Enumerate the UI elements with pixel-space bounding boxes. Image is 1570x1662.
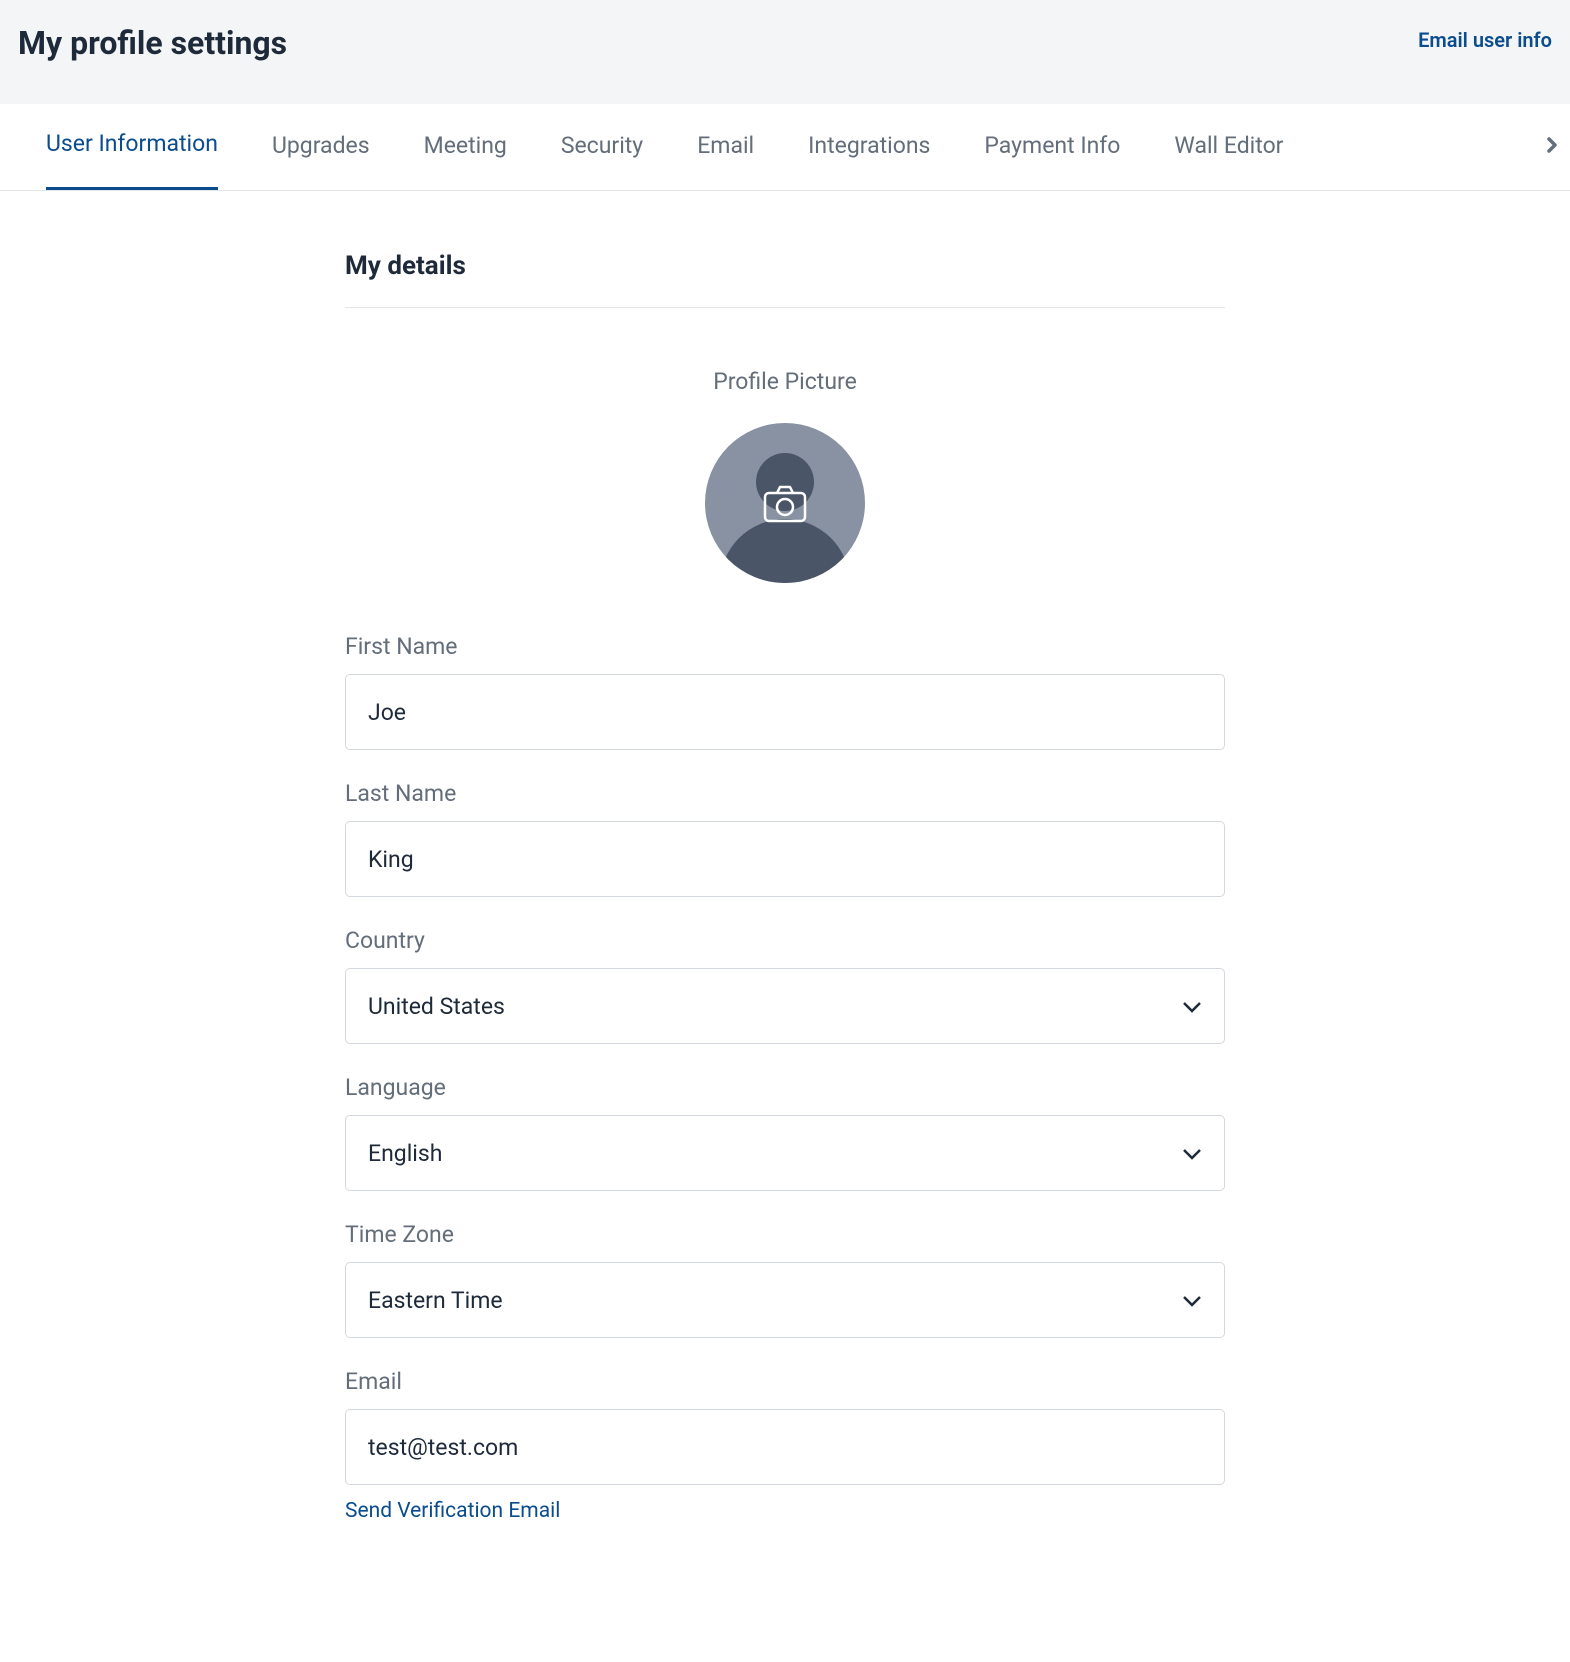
- tab-security[interactable]: Security: [561, 104, 643, 190]
- first-name-label: First Name: [345, 633, 1225, 660]
- tab-payment-info[interactable]: Payment Info: [984, 104, 1120, 190]
- email-group: Email Send Verification Email: [345, 1368, 1225, 1523]
- chevron-down-icon: [1182, 993, 1202, 1020]
- first-name-group: First Name: [345, 633, 1225, 750]
- timezone-value: Eastern Time: [368, 1287, 1182, 1314]
- page-title: My profile settings: [18, 24, 287, 62]
- tab-upgrades[interactable]: Upgrades: [272, 104, 370, 190]
- last-name-label: Last Name: [345, 780, 1225, 807]
- tab-wall-editor[interactable]: Wall Editor: [1174, 104, 1283, 190]
- first-name-input[interactable]: [345, 674, 1225, 750]
- country-group: Country United States: [345, 927, 1225, 1044]
- chevron-down-icon: [1182, 1287, 1202, 1314]
- country-value: United States: [368, 993, 1182, 1020]
- profile-picture-label: Profile Picture: [345, 368, 1225, 395]
- section-title: My details: [345, 251, 1225, 308]
- send-verification-email-link[interactable]: Send Verification Email: [345, 1499, 560, 1523]
- tab-label: Payment Info: [984, 132, 1120, 159]
- email-user-info-link[interactable]: Email user info: [1418, 28, 1552, 52]
- tab-email[interactable]: Email: [697, 104, 754, 190]
- tab-label: Upgrades: [272, 132, 370, 159]
- language-group: Language English: [345, 1074, 1225, 1191]
- tab-label: Security: [561, 132, 643, 159]
- tab-integrations[interactable]: Integrations: [808, 104, 930, 190]
- tab-label: Meeting: [424, 132, 507, 159]
- content-area: My details Profile Picture First Name La…: [345, 191, 1225, 1563]
- last-name-input[interactable]: [345, 821, 1225, 897]
- country-label: Country: [345, 927, 1225, 954]
- tabs-scroll-right-button[interactable]: [1540, 129, 1564, 165]
- avatar-placeholder-body: [720, 519, 850, 583]
- profile-picture-section: Profile Picture: [345, 368, 1225, 583]
- last-name-group: Last Name: [345, 780, 1225, 897]
- page-header: My profile settings Email user info: [0, 0, 1570, 104]
- language-label: Language: [345, 1074, 1225, 1101]
- country-select[interactable]: United States: [345, 968, 1225, 1044]
- email-label: Email: [345, 1368, 1225, 1395]
- tab-label: Integrations: [808, 132, 930, 159]
- tab-label: Email: [697, 132, 754, 159]
- tab-label: Wall Editor: [1174, 132, 1283, 159]
- chevron-right-icon: [1540, 146, 1564, 165]
- timezone-label: Time Zone: [345, 1221, 1225, 1248]
- email-input[interactable]: [345, 1409, 1225, 1485]
- timezone-group: Time Zone Eastern Time: [345, 1221, 1225, 1338]
- camera-icon: [763, 485, 807, 527]
- timezone-select[interactable]: Eastern Time: [345, 1262, 1225, 1338]
- profile-picture-upload[interactable]: [705, 423, 865, 583]
- language-select[interactable]: English: [345, 1115, 1225, 1191]
- language-value: English: [368, 1140, 1182, 1167]
- tab-user-information[interactable]: User Information: [46, 104, 218, 190]
- tab-label: User Information: [46, 130, 218, 157]
- tabs: User Information Upgrades Meeting Securi…: [0, 104, 1570, 190]
- tab-meeting[interactable]: Meeting: [424, 104, 507, 190]
- chevron-down-icon: [1182, 1140, 1202, 1167]
- tabs-container: User Information Upgrades Meeting Securi…: [0, 104, 1570, 191]
